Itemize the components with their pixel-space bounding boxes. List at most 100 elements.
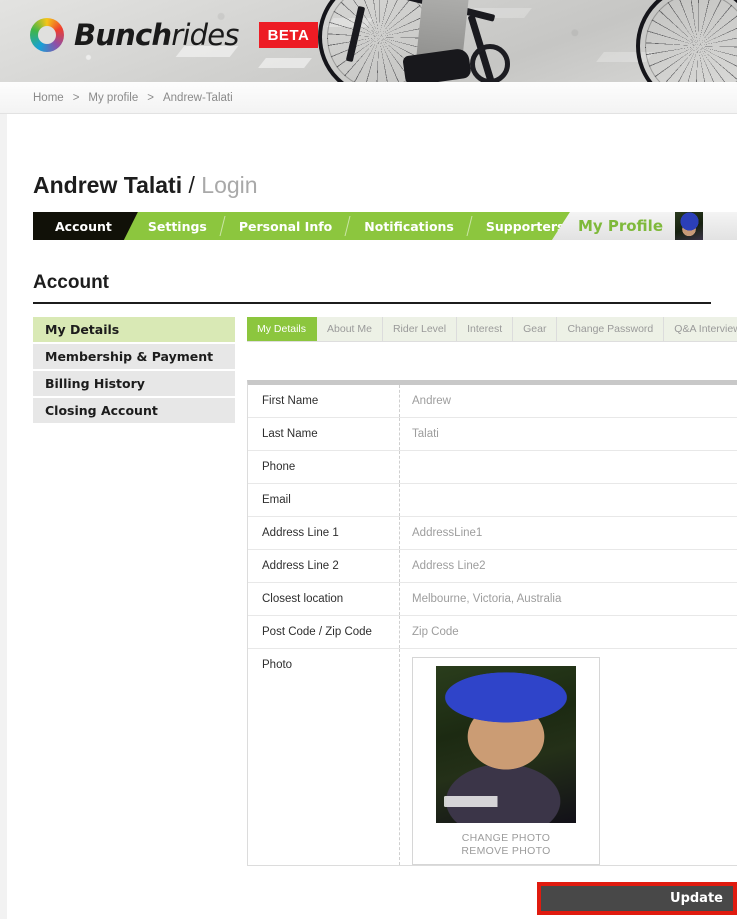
first-name-input[interactable]: Andrew: [400, 385, 737, 417]
logo-text-thin: rides: [171, 18, 239, 52]
subtab-change-password[interactable]: Change Password: [557, 317, 665, 341]
breadcrumb-separator: >: [72, 91, 80, 104]
form-row-post-code: Post Code / Zip Code Zip Code: [248, 616, 737, 649]
avatar[interactable]: [675, 212, 703, 240]
field-label: Address Line 1: [248, 517, 400, 549]
page-title-context: Login: [201, 172, 258, 198]
form-row-first-name: First Name Andrew: [248, 385, 737, 418]
bicycle-crank: [470, 44, 510, 82]
details-subtab-bar: My Details About Me Rider Level Interest…: [247, 317, 737, 342]
my-profile-label: My Profile: [577, 217, 663, 235]
breadcrumb-item-home[interactable]: Home: [33, 92, 64, 104]
sidebar-item-billing-history[interactable]: Billing History: [33, 371, 235, 398]
subtab-label: Q&A Interview: [674, 323, 737, 335]
photo-upload-box: CHANGE PHOTO REMOVE PHOTO: [412, 657, 600, 865]
site-logo[interactable]: Bunchrides BETA: [30, 18, 319, 52]
update-button-label: Update: [670, 891, 723, 906]
photo-field: CHANGE PHOTO REMOVE PHOTO: [400, 649, 737, 865]
remove-photo-link[interactable]: REMOVE PHOTO: [461, 845, 550, 858]
tab-account[interactable]: Account: [33, 212, 138, 240]
account-sidebar: My Details Membership & Payment Billing …: [33, 317, 235, 866]
details-panel: My Details About Me Rider Level Interest…: [247, 317, 737, 915]
tab-personal-info-label: Personal Info: [238, 218, 333, 234]
page-title-slash: /: [188, 172, 195, 198]
sidebar-item-label: Membership & Payment: [45, 349, 214, 364]
tab-supporters-label: Supporters: [485, 218, 565, 234]
tab-notifications-label: Notifications: [364, 218, 454, 234]
sidebar-item-label: Billing History: [45, 376, 145, 391]
main-tab-bar: Account Settings Personal Info Notificat…: [33, 212, 737, 240]
content-card: Andrew Talati / Login Account Settings P…: [7, 114, 737, 919]
update-button[interactable]: Update: [541, 886, 733, 911]
form-row-last-name: Last Name Talati: [248, 418, 737, 451]
subtab-interest[interactable]: Interest: [457, 317, 514, 341]
sidebar-item-my-details[interactable]: My Details: [33, 317, 235, 344]
field-label: Photo: [248, 649, 400, 865]
tab-notifications[interactable]: Notifications: [348, 212, 473, 240]
section-divider: [33, 302, 711, 304]
subtab-gear[interactable]: Gear: [513, 317, 558, 341]
tab-account-label: Account: [55, 218, 112, 234]
road-marking: [258, 58, 312, 68]
address-line-2-input[interactable]: Address Line2: [400, 550, 737, 582]
form-row-phone: Phone: [248, 451, 737, 484]
field-label: Closest location: [248, 583, 400, 615]
subtab-label: Gear: [523, 323, 547, 335]
form-row-photo: Photo CHANGE PHOTO REMOVE PHOTO: [248, 649, 737, 865]
form-row-address-line-2: Address Line 2 Address Line2: [248, 550, 737, 583]
subtab-label: Interest: [467, 323, 503, 335]
subtab-label: Rider Level: [392, 323, 447, 335]
page-title: Andrew Talati / Login: [33, 172, 737, 199]
post-code-input[interactable]: Zip Code: [400, 616, 737, 648]
profile-photo-image: [436, 666, 576, 823]
hero-banner: Bunchrides BETA: [0, 0, 737, 82]
tab-settings[interactable]: Settings: [132, 212, 226, 240]
change-photo-link[interactable]: CHANGE PHOTO: [461, 832, 550, 845]
field-label: Post Code / Zip Code: [248, 616, 400, 648]
section-heading: Account: [33, 272, 109, 293]
subtab-rider-level[interactable]: Rider Level: [382, 317, 458, 341]
sidebar-item-label: Closing Account: [45, 403, 158, 418]
phone-input[interactable]: [400, 451, 737, 483]
logo-text-bold: Bunch: [74, 18, 172, 52]
page-root: Bunchrides BETA Home > My profile > Andr…: [0, 0, 737, 919]
form-row-email: Email: [248, 484, 737, 517]
page-title-user: Andrew Talati: [33, 172, 183, 198]
logo-wordmark: Bunchrides: [74, 18, 239, 52]
closest-location-input[interactable]: Melbourne, Victoria, Australia: [400, 583, 737, 615]
address-line-1-input[interactable]: AddressLine1: [400, 517, 737, 549]
subtab-label: My Details: [257, 323, 307, 335]
last-name-input[interactable]: Talati: [400, 418, 737, 450]
bunchrides-ring-icon: [30, 18, 64, 52]
email-input[interactable]: [400, 484, 737, 516]
photo-actions: CHANGE PHOTO REMOVE PHOTO: [461, 832, 550, 858]
beta-badge: BETA: [258, 22, 319, 48]
update-button-region: Update: [537, 882, 737, 915]
breadcrumb: Home > My profile > Andrew-Talati: [0, 82, 737, 114]
field-label: First Name: [248, 385, 400, 417]
subtab-qa-interview[interactable]: Q&A Interview: [664, 317, 737, 341]
field-label: Phone: [248, 451, 400, 483]
field-label: Last Name: [248, 418, 400, 450]
page-left-gutter: [0, 114, 7, 919]
form-row-closest-location: Closest location Melbourne, Victoria, Au…: [248, 583, 737, 616]
subtab-label: About Me: [327, 323, 372, 335]
sidebar-item-label: My Details: [45, 322, 120, 337]
form-row-address-line-1: Address Line 1 AddressLine1: [248, 517, 737, 550]
bicycle-wheel: [636, 0, 737, 82]
my-profile-tab[interactable]: My Profile: [551, 212, 737, 240]
my-details-form: First Name Andrew Last Name Talati Phone…: [247, 380, 737, 866]
breadcrumb-item-my-profile[interactable]: My profile: [88, 92, 138, 104]
field-label: Address Line 2: [248, 550, 400, 582]
breadcrumb-item-current: Andrew-Talati: [162, 91, 233, 104]
content-body: My Details Membership & Payment Billing …: [33, 317, 737, 915]
subtab-my-details[interactable]: My Details: [247, 317, 318, 341]
sidebar-item-membership-payment[interactable]: Membership & Payment: [33, 344, 235, 371]
tab-settings-label: Settings: [147, 218, 207, 234]
subtab-label: Change Password: [567, 323, 654, 335]
sidebar-item-closing-account[interactable]: Closing Account: [33, 398, 235, 425]
field-label: Email: [248, 484, 400, 516]
breadcrumb-separator: >: [147, 91, 154, 104]
subtab-about-me[interactable]: About Me: [317, 317, 383, 341]
tab-personal-info[interactable]: Personal Info: [223, 212, 351, 240]
